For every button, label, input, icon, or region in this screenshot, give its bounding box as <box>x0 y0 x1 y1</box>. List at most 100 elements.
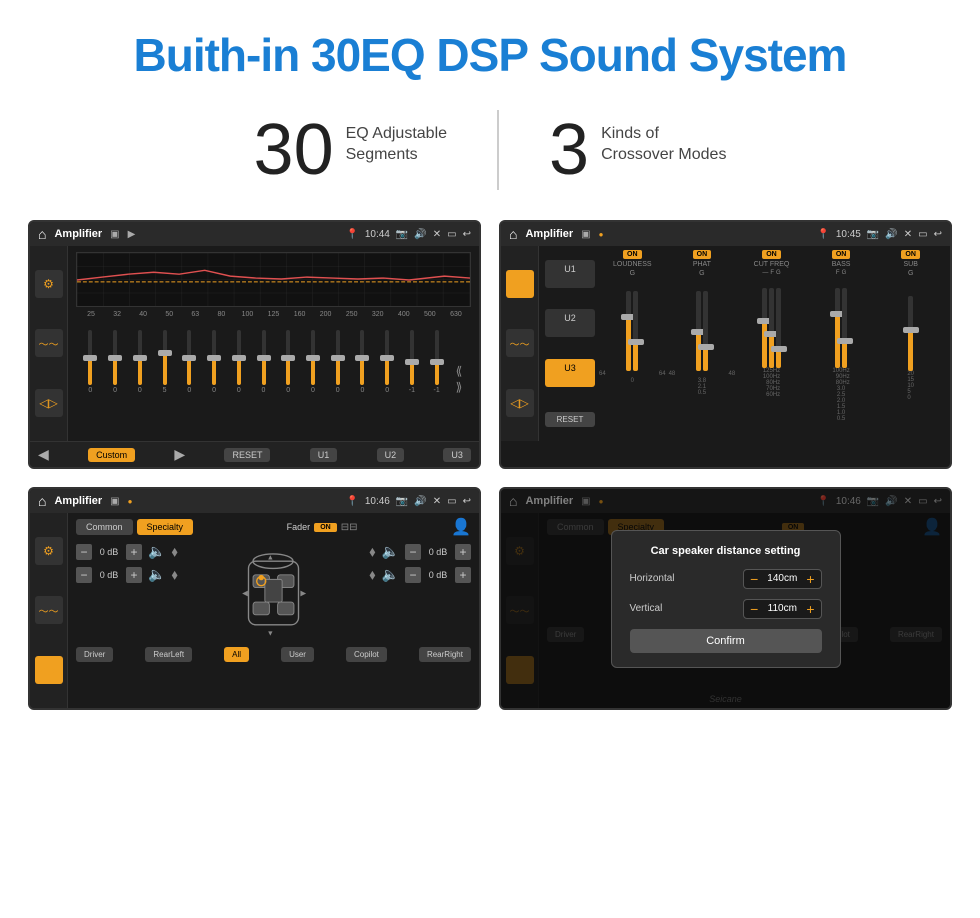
sidebar-eq-btn-cross[interactable]: ⚙ <box>506 270 534 298</box>
sidebar-vol-btn[interactable]: ◁▷ <box>35 389 63 417</box>
freq-63: 63 <box>182 311 208 318</box>
freq-250: 250 <box>339 311 365 318</box>
sidebar-eq-btn-fader[interactable]: ⚙ <box>35 537 63 565</box>
distance-dialog: Car speaker distance setting Horizontal … <box>611 530 841 668</box>
eq-slider-10[interactable]: 0 <box>301 330 326 394</box>
fader-tab-common[interactable]: Common <box>76 519 133 535</box>
channel-bass: ON BASS FG 100Hz90Hz80Hz 3.02.52.01.51.0 <box>808 250 875 437</box>
cross-u1-btn[interactable]: U1 <box>545 260 595 288</box>
app-title-fader: Amplifier <box>54 495 102 507</box>
left-sidebar-eq: ⚙ 〜〜 ◁▷ <box>30 246 68 441</box>
sidebar-wave-btn-cross[interactable]: 〜〜 <box>506 329 534 357</box>
eq-slider-8[interactable]: 0 <box>251 330 276 394</box>
loudness-label: LOUDNESS <box>613 261 652 268</box>
fader-time: 10:46 <box>365 496 390 507</box>
eq-prev-btn[interactable]: ◀ <box>38 446 49 463</box>
stat-eq-label: EQ AdjustableSegments <box>346 114 447 166</box>
camera-icon-fader: 📷 <box>396 496 408 507</box>
eq-slider-3[interactable]: 0 <box>127 330 152 394</box>
cross-u3-btn[interactable]: U3 <box>545 359 595 387</box>
freq-25: 25 <box>78 311 104 318</box>
fader-rearright-btn[interactable]: RearRight <box>419 647 471 662</box>
fader-copilot-btn[interactable]: Copilot <box>346 647 387 662</box>
db-minus-tl[interactable]: − <box>76 544 92 560</box>
db-plus-bl[interactable]: + <box>126 567 142 583</box>
eq-arrow-down[interactable]: ⟫ <box>456 380 463 394</box>
sidebar-wave-btn[interactable]: 〜〜 <box>35 329 63 357</box>
eq-slider-14[interactable]: -1 <box>400 330 425 394</box>
eq-scroll-arrows[interactable]: ⟪ ⟫ <box>449 364 469 394</box>
dialog-vertical-minus[interactable]: − <box>750 602 758 616</box>
stat-crossover-modes: 3 Kinds ofCrossover Modes <box>499 114 776 186</box>
eq-slider-11[interactable]: 0 <box>325 330 350 394</box>
eq-slider-15[interactable]: -1 <box>424 330 449 394</box>
eq-slider-12[interactable]: 0 <box>350 330 375 394</box>
cross-u2-btn[interactable]: U2 <box>545 309 595 337</box>
fader-tab-specialty[interactable]: Specialty <box>137 519 194 535</box>
cross-reset-btn[interactable]: RESET <box>545 412 595 427</box>
eq-slider-7[interactable]: 0 <box>226 330 251 394</box>
screen-body-fader: ⚙ 〜〜 ◁▷ Common Specialty Fader ON ⊟⊟ <box>30 513 479 708</box>
dialog-horizontal-minus[interactable]: − <box>750 572 758 586</box>
eq-slider-9[interactable]: 0 <box>276 330 301 394</box>
dialog-horizontal-plus[interactable]: + <box>806 572 814 586</box>
eq-reset-btn[interactable]: RESET <box>224 448 270 462</box>
camera-icon-eq: 📷 <box>396 229 408 240</box>
dialog-vertical-plus[interactable]: + <box>806 602 814 616</box>
eq-arrow-up[interactable]: ⟪ <box>456 364 463 378</box>
db-control-tl: − 0 dB + <box>76 544 142 560</box>
left-sidebar-fader: ⚙ 〜〜 ◁▷ <box>30 513 68 708</box>
eq-time: 10:44 <box>365 229 390 240</box>
confirm-button[interactable]: Confirm <box>630 629 822 653</box>
sidebar-eq-btn[interactable]: ⚙ <box>35 270 63 298</box>
eq-slider-4[interactable]: 5 <box>152 330 177 394</box>
db-plus-br[interactable]: + <box>455 567 471 583</box>
sidebar-vol-btn-fader[interactable]: ◁▷ <box>35 656 63 684</box>
sub-slider <box>908 281 913 371</box>
crossover-channels: ON LOUDNESS G 6464 0 O <box>599 250 944 437</box>
db-plus-tr[interactable]: + <box>455 544 471 560</box>
bass-on: ON <box>832 250 851 259</box>
fader-rearleft-btn[interactable]: RearLeft <box>145 647 192 662</box>
eq-u2-btn[interactable]: U2 <box>377 448 405 462</box>
eq-slider-2[interactable]: 0 <box>103 330 128 394</box>
eq-u1-btn[interactable]: U1 <box>310 448 338 462</box>
fader-save-icon: ▣ <box>110 496 119 507</box>
sidebar-vol-btn-cross[interactable]: ◁▷ <box>506 389 534 417</box>
db-minus-tr[interactable]: − <box>405 544 421 560</box>
db-plus-tl[interactable]: + <box>126 544 142 560</box>
eq-next-btn[interactable]: ▶ <box>174 446 185 463</box>
dialog-vertical-value: 110cm <box>762 603 802 614</box>
fader-user-btn[interactable]: User <box>281 647 314 662</box>
eq-slider-1[interactable]: 0 <box>78 330 103 394</box>
screen-body-eq: ⚙ 〜〜 ◁▷ <box>30 246 479 441</box>
eq-u3-btn[interactable]: U3 <box>443 448 471 462</box>
fader-all-btn[interactable]: All <box>224 647 249 662</box>
eq-graph <box>76 252 471 307</box>
eq-slider-5[interactable]: 0 <box>177 330 202 394</box>
car-diagram: ▲ ▼ ◀ ▶ <box>229 543 319 643</box>
fader-driver-btn[interactable]: Driver <box>76 647 113 662</box>
db-control-tr: − 0 dB + <box>405 544 471 560</box>
eq-slider-6[interactable]: 0 <box>202 330 227 394</box>
eq-slider-13[interactable]: 0 <box>375 330 400 394</box>
eq-sliders: 0 0 0 5 0 <box>76 322 471 394</box>
eq-custom-btn[interactable]: Custom <box>88 448 135 462</box>
eq-freq-labels: 25 32 40 50 63 80 100 125 160 200 250 32… <box>76 311 471 318</box>
dialog-vertical-label: Vertical <box>630 603 690 614</box>
home-icon-cross[interactable]: ⌂ <box>509 226 517 242</box>
page-title: Buith-in 30EQ DSP Sound System <box>20 28 960 82</box>
dialog-row-vertical: Vertical − 110cm + <box>630 599 822 619</box>
sidebar-wave-btn-fader[interactable]: 〜〜 <box>35 596 63 624</box>
fader-row-tl: − 0 dB + 🔈 ⬧ <box>76 543 221 560</box>
status-left-fader: ⌂ Amplifier ▣ ● <box>38 493 132 509</box>
eq-record-icon: ▣ <box>110 229 119 240</box>
db-minus-bl[interactable]: − <box>76 567 92 583</box>
fader-row-tr: ⬧ 🔈 − 0 dB + <box>327 543 472 560</box>
phat-g: G <box>699 270 704 277</box>
db-minus-br[interactable]: − <box>405 567 421 583</box>
window-icon-cross: ▭ <box>918 229 927 240</box>
home-icon-fader[interactable]: ⌂ <box>38 493 46 509</box>
freq-630: 630 <box>443 311 469 318</box>
home-icon[interactable]: ⌂ <box>38 226 46 242</box>
